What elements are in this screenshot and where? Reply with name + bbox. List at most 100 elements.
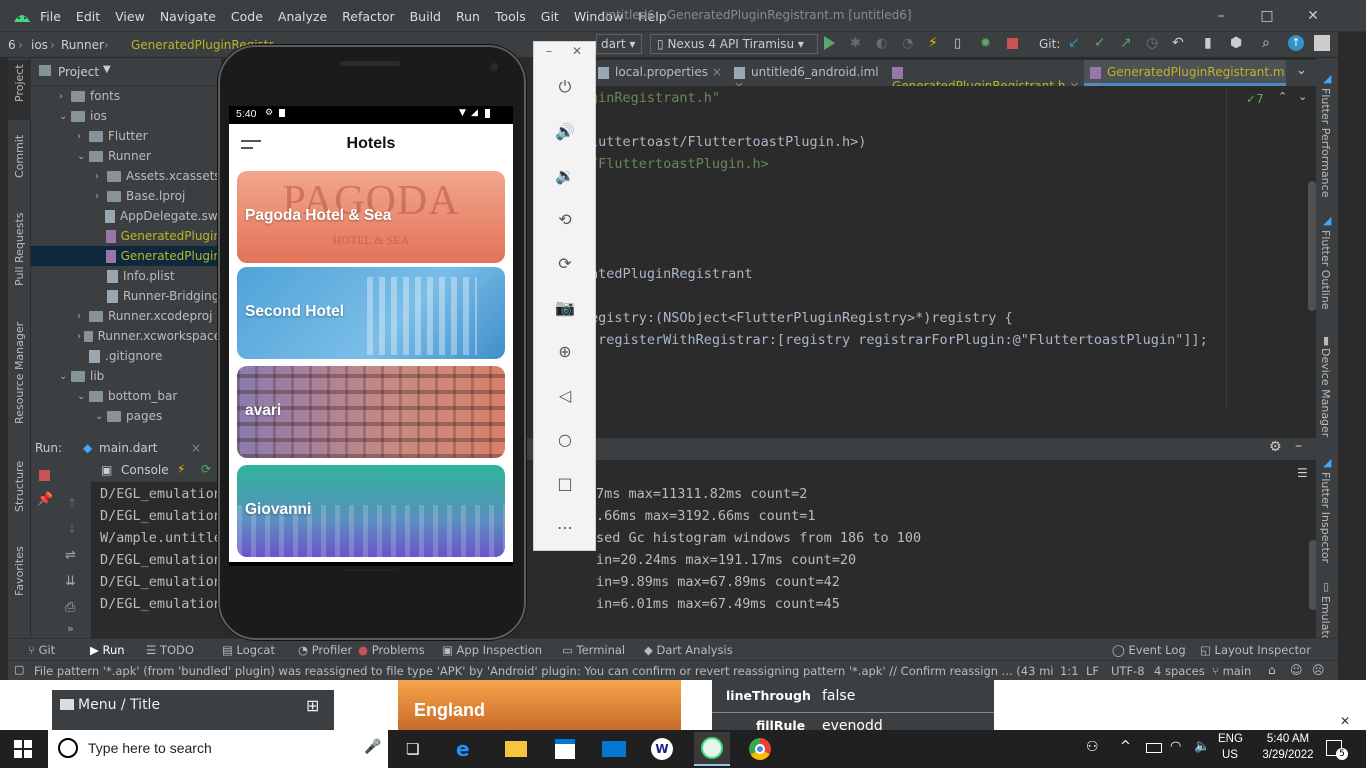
sdk-manager-icon[interactable]: ⬢	[1230, 35, 1242, 51]
git-push-icon[interactable]: ↗	[1120, 35, 1132, 51]
code-line[interactable]: /FluttertoastPlugin.h>	[590, 156, 769, 172]
menu-item-view[interactable]: View	[115, 9, 145, 24]
line-separator[interactable]: LF	[1086, 664, 1099, 678]
tool-run[interactable]: ▶ Run	[90, 643, 125, 657]
tool-event-log[interactable]: ◯ Event Log	[1112, 643, 1186, 657]
code-area[interactable]: ginRegistrant.h" luttertoast/Fluttertoast…	[590, 86, 1220, 416]
chevron-right-icon[interactable]: ›	[59, 91, 71, 102]
code-line[interactable]: registerWithRegistrar:[registry registra…	[590, 332, 1208, 348]
attach-icon[interactable]: ◔	[902, 36, 913, 51]
property-value[interactable]: evenodd	[822, 718, 883, 730]
tab-emulator[interactable]: Emulato	[1319, 596, 1332, 641]
tree-item[interactable]: ⌄ pages	[31, 406, 221, 426]
home-indicator[interactable]	[345, 569, 397, 571]
menu-item-run[interactable]: Run	[456, 9, 480, 24]
more-icon[interactable]: ⋯	[554, 516, 576, 538]
chevron-right-icon[interactable]: ›	[77, 311, 89, 322]
overview-icon[interactable]: □	[554, 472, 576, 494]
app-icon-w[interactable]: W	[651, 738, 673, 760]
editor-scrollbar[interactable]	[1308, 181, 1316, 311]
home-icon[interactable]: ○	[554, 428, 576, 450]
volume-up-icon[interactable]: 🔊	[554, 120, 576, 142]
people-icon[interactable]: ⚇	[1086, 739, 1099, 755]
inspection-widget[interactable]: ✓7	[1246, 92, 1264, 106]
close-button[interactable]: ✕	[1290, 0, 1336, 32]
log-tag[interactable]: D/EGL_emulation	[100, 508, 222, 524]
stop-icon[interactable]	[1007, 38, 1018, 49]
android-studio-taskbar-button[interactable]	[694, 732, 730, 766]
hot-reload-icon[interactable]: ⚡	[177, 462, 185, 476]
log-tag[interactable]: D/EGL_emulation	[100, 596, 222, 612]
menu-item-navigate[interactable]: Navigate	[160, 9, 216, 24]
menu-item-edit[interactable]: Edit	[76, 9, 100, 24]
minimize-button[interactable]: –	[1198, 0, 1244, 32]
menu-item-git[interactable]: Git	[541, 9, 559, 24]
maximize-button[interactable]: □	[1244, 0, 1290, 32]
status-message[interactable]: File pattern '*.apk' (from 'bundled' plu…	[34, 664, 1054, 678]
hide-panel-icon[interactable]: –	[1295, 438, 1302, 454]
lock-icon[interactable]: ⌂	[1268, 663, 1276, 677]
menu-item-code[interactable]: Code	[231, 9, 263, 24]
file-encoding[interactable]: UTF-8	[1111, 664, 1145, 678]
tree-item[interactable]: GeneratedPlugin	[31, 246, 221, 266]
tab-registrant-h[interactable]: GeneratedPluginRegistrant.h ×	[886, 60, 1082, 93]
back-icon[interactable]: ◁	[554, 384, 576, 406]
menu-item-tools[interactable]: Tools	[495, 9, 526, 24]
tab-favorites[interactable]: Favorites	[13, 546, 26, 596]
chrome-icon[interactable]	[749, 738, 771, 760]
layout-icon[interactable]: ☰	[1297, 466, 1308, 480]
tool-terminal[interactable]: ▭ Terminal	[562, 643, 625, 657]
chevron-down-icon[interactable]: ⌄	[1298, 90, 1307, 103]
tab-commit[interactable]: Commit	[13, 135, 26, 178]
hotel-card-avari[interactable]: avari	[237, 366, 505, 458]
edge-icon[interactable]: e	[456, 737, 470, 761]
windows-start-icon[interactable]	[14, 740, 32, 758]
project-title[interactable]: Project	[58, 65, 99, 79]
england-card[interactable]: England	[398, 680, 681, 730]
tool-layout-inspector[interactable]: ◱ Layout Inspector	[1200, 643, 1311, 657]
log-message[interactable]: .66ms max=3192.66ms count=1	[596, 508, 815, 524]
hotel-card-giovanni[interactable]: Giovanni	[237, 465, 505, 557]
tree-item[interactable]: ⌄ bottom_bar	[31, 386, 221, 406]
run-icon[interactable]	[824, 36, 835, 50]
property-value[interactable]: false	[822, 688, 855, 704]
log-message[interactable]: in=20.24ms max=191.17ms count=20	[596, 552, 856, 568]
add-icon[interactable]: ⊞	[306, 696, 319, 715]
tool-profiler[interactable]: ◔ Profiler	[298, 643, 352, 657]
tool-problems[interactable]: ● Problems	[358, 643, 425, 657]
chevron-up-icon[interactable]: ⌃	[1278, 90, 1287, 103]
power-icon[interactable]: ⏻	[554, 76, 576, 98]
search-icon[interactable]: ⌕	[1262, 35, 1270, 51]
gear-icon[interactable]: ⚙	[1269, 439, 1282, 455]
tab-flutter-outline[interactable]: Flutter Outline	[1319, 230, 1332, 310]
minimize-icon[interactable]: –	[546, 44, 552, 58]
tree-item[interactable]: ⌄ lib	[31, 366, 221, 386]
hotel-card-pagoda[interactable]: PAGODA HOTEL & SEA Pagoda Hotel & Sea	[237, 171, 505, 263]
hot-restart-icon[interactable]: ⟳	[201, 462, 211, 476]
git-branch[interactable]: ⑂ main	[1212, 664, 1251, 678]
history-icon[interactable]: ◷	[1146, 35, 1158, 51]
code-line[interactable]: atedPluginRegistrant	[590, 266, 753, 282]
log-tag[interactable]: D/EGL_emulation	[100, 574, 222, 590]
clock-date[interactable]: 3/29/2022	[1254, 749, 1322, 761]
chevron-down-icon[interactable]: ⌄	[1296, 63, 1307, 78]
volume-icon[interactable]: 🔈	[1194, 739, 1210, 754]
phone-screen[interactable]: 5:40 ⚙ ▼ ◢ Hotels PAGODA HOTEL & SEA Pag…	[229, 106, 513, 571]
code-line[interactable]: luttertoast/FluttertoastPlugin.h>)	[590, 134, 866, 150]
debug-icon[interactable]: ✱	[850, 36, 861, 51]
log-message[interactable]: in=6.01ms max=67.49ms count=45	[596, 596, 840, 612]
tab-flutter-inspector[interactable]: Flutter Inspector	[1319, 472, 1332, 563]
tool-app-inspection[interactable]: ▣ App Inspection	[442, 643, 542, 657]
tab-device-manager[interactable]: Device Manager	[1319, 348, 1332, 437]
tree-item[interactable]: GeneratedPlugin	[31, 226, 221, 246]
chevron-down-icon[interactable]: ⌄	[77, 391, 89, 402]
rotate-right-icon[interactable]: ⟳	[554, 252, 576, 274]
menu-item-file[interactable]: File	[40, 9, 61, 24]
close-icon[interactable]: ✕	[1340, 714, 1350, 728]
tool-logcat[interactable]: ▤ Logcat	[222, 643, 275, 657]
menu-title-panel[interactable]: Menu / Title ⊞	[52, 690, 334, 730]
region-code[interactable]: US	[1222, 749, 1238, 761]
tab-structure[interactable]: Structure	[13, 461, 26, 512]
clock-time[interactable]: 5:40 AM	[1260, 733, 1316, 745]
volume-down-icon[interactable]: 🔉	[554, 164, 576, 186]
